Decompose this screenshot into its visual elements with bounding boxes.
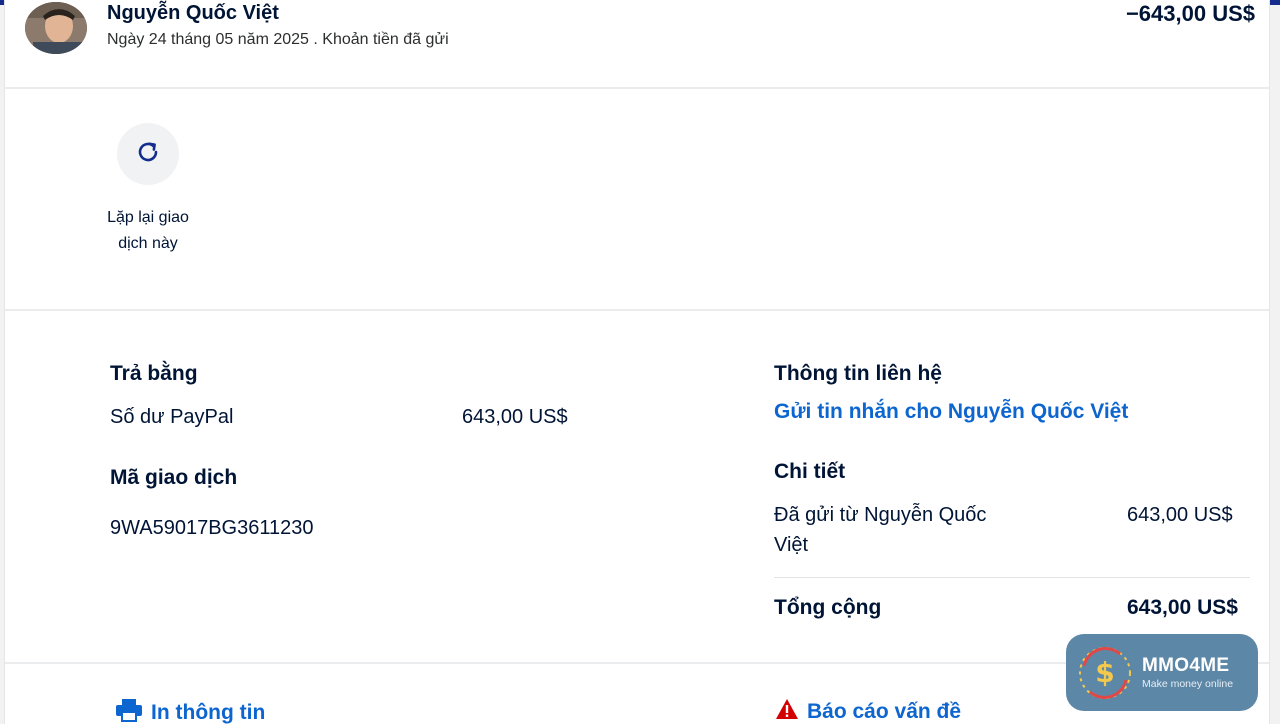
transaction-id-heading: Mã giao dịch bbox=[110, 466, 238, 489]
transaction-details-card: Nguyễn Quốc Việt Ngày 24 tháng 05 năm 20… bbox=[4, 0, 1270, 724]
avatar bbox=[25, 2, 87, 54]
sent-from-label: Đã gửi từ Nguyễn Quốc bbox=[774, 504, 987, 526]
repeat-section: Lặp lại giao dịch này bbox=[5, 91, 1269, 311]
repeat-transaction-button[interactable] bbox=[117, 123, 179, 185]
total-amount: 643,00 US$ bbox=[1127, 596, 1238, 619]
svg-text:$: $ bbox=[1095, 656, 1114, 689]
dollar-coin-icon: $ bbox=[1076, 644, 1134, 702]
refresh-icon bbox=[135, 139, 161, 170]
watermark-title: MMO4ME bbox=[1142, 655, 1230, 676]
print-button[interactable]: In thông tin bbox=[115, 698, 265, 724]
transaction-header: Nguyễn Quốc Việt Ngày 24 tháng 05 năm 20… bbox=[5, 0, 1269, 89]
transaction-amount: −643,00 US$ bbox=[1125, 1, 1255, 26]
sent-from-label-cont: Việt bbox=[774, 534, 809, 556]
payment-method: Số dư PayPal bbox=[110, 406, 234, 428]
report-problem-label: Báo cáo vấn đề bbox=[807, 700, 962, 723]
warning-icon bbox=[775, 698, 799, 724]
message-recipient-link[interactable]: Gửi tin nhắn cho Nguyễn Quốc Việt bbox=[774, 400, 1128, 424]
payment-amount: 643,00 US$ bbox=[462, 406, 568, 428]
details-divider bbox=[774, 577, 1250, 578]
report-problem-button[interactable]: Báo cáo vấn đề bbox=[775, 698, 961, 724]
print-label: In thông tin bbox=[151, 701, 266, 724]
transaction-id: 9WA59017BG3611230 bbox=[110, 517, 314, 539]
recipient-name: Nguyễn Quốc Việt bbox=[107, 2, 279, 24]
pay-with-heading: Trả bằng bbox=[110, 362, 198, 385]
sent-amount: 643,00 US$ bbox=[1127, 504, 1233, 526]
watermark-subtitle: Make money online bbox=[1142, 678, 1234, 690]
watermark-badge: $ MMO4ME Make money online bbox=[1066, 634, 1258, 711]
details-section: Trả bằng Số dư PayPal 643,00 US$ Mã giao… bbox=[5, 313, 1269, 664]
transaction-date-type: Ngày 24 tháng 05 năm 2025 . Khoản tiền đ… bbox=[107, 31, 449, 48]
repeat-transaction-label[interactable]: Lặp lại giao dịch này bbox=[103, 205, 193, 256]
details-heading: Chi tiết bbox=[774, 460, 846, 483]
contact-heading: Thông tin liên hệ bbox=[774, 362, 942, 385]
printer-icon bbox=[115, 698, 143, 724]
total-label: Tổng cộng bbox=[774, 596, 882, 619]
